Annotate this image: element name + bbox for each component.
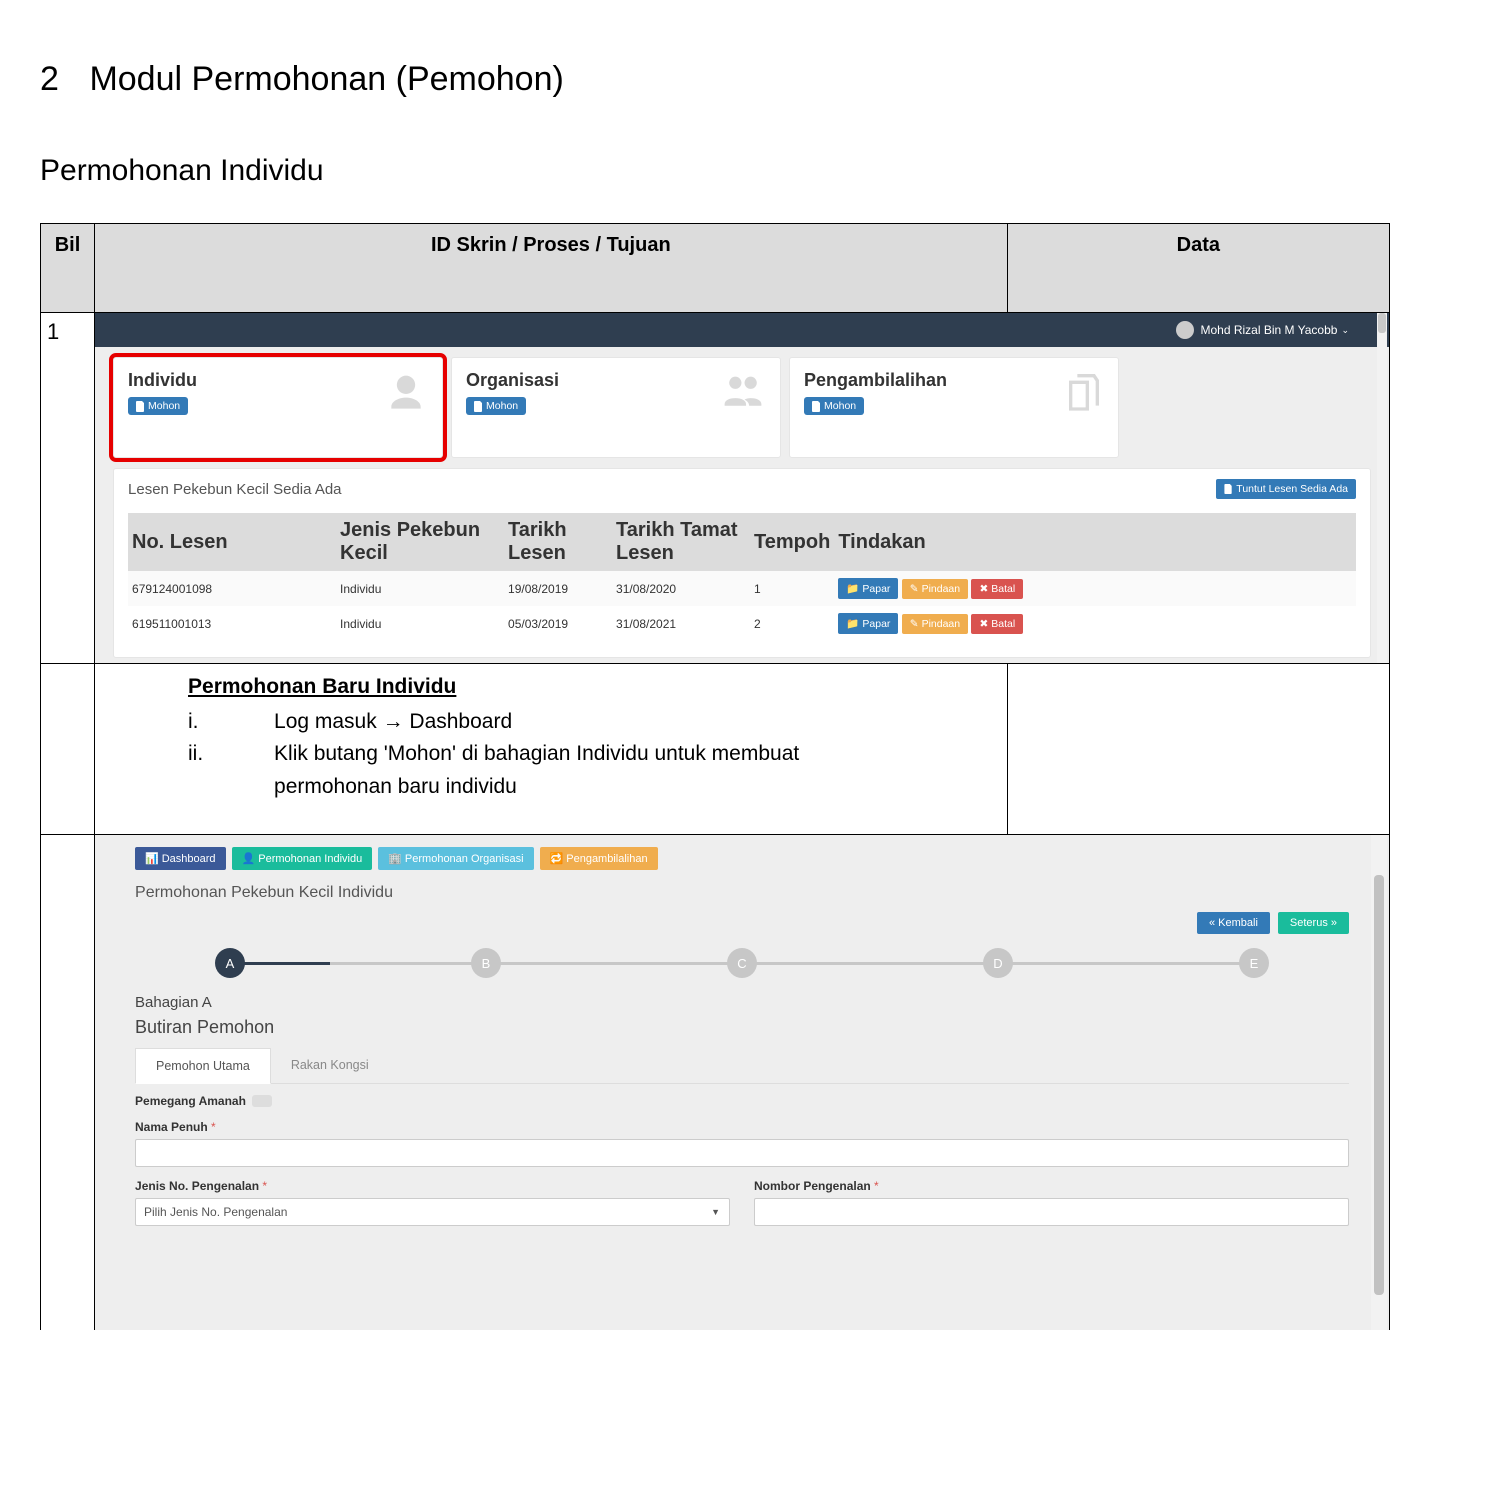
label-nama: Nama Penuh * xyxy=(135,1120,216,1134)
batal-button[interactable]: ✖Batal xyxy=(971,579,1023,599)
pindaan-button[interactable]: ✎Pindaan xyxy=(902,614,968,634)
step-a[interactable]: A xyxy=(215,948,245,978)
group-icon xyxy=(720,372,766,417)
col-data: Data xyxy=(1007,224,1389,313)
instruction-table: Bil ID Skrin / Proses / Tujuan Data 1 Mo… xyxy=(40,223,1390,1330)
instruction-block: Permohonan Baru Individu i.Log masuk → D… xyxy=(96,665,1006,833)
table-row: 679124001098Individu 19/08/201931/08/202… xyxy=(128,571,1356,606)
mohon-pengambilalihan-button[interactable]: Mohon xyxy=(804,397,864,415)
stepper: A B C D E xyxy=(215,948,1269,978)
input-nama[interactable] xyxy=(135,1139,1349,1167)
person-icon xyxy=(384,372,428,421)
nav-pengambilalihan[interactable]: 🔁 Pengambilalihan xyxy=(540,847,658,870)
mohon-organisasi-button[interactable]: Mohon xyxy=(466,397,526,415)
step-d[interactable]: D xyxy=(983,948,1013,978)
panel-lesen: Lesen Pekebun Kecil Sedia Ada Tuntut Les… xyxy=(113,468,1371,658)
trustee-toggle-label: Pemegang Amanah xyxy=(135,1094,1349,1108)
col-mid: ID Skrin / Proses / Tujuan xyxy=(95,224,1008,313)
pindaan-button[interactable]: ✎Pindaan xyxy=(902,579,968,599)
step-c[interactable]: C xyxy=(727,948,757,978)
file-icon xyxy=(812,401,821,412)
panel-title: Lesen Pekebun Kecil Sedia Ada xyxy=(128,481,342,498)
scrollbar[interactable] xyxy=(1377,313,1387,663)
label-jenis-id: Jenis No. Pengenalan * xyxy=(135,1179,267,1193)
tab-pemohon-utama[interactable]: Pemohon Utama xyxy=(135,1048,271,1084)
label-no-id: Nombor Pengenalan * xyxy=(754,1179,879,1193)
nav-organisasi[interactable]: 🏢 Permohonan Organisasi xyxy=(378,847,533,870)
copy-icon xyxy=(1064,372,1104,421)
card-individu: Individu Mohon xyxy=(113,357,443,458)
trustee-toggle[interactable] xyxy=(252,1095,272,1107)
select-jenis-id[interactable] xyxy=(135,1198,730,1226)
file-icon xyxy=(1224,484,1233,494)
chevron-down-icon[interactable]: ⌄ xyxy=(1341,325,1349,336)
screenshot-dashboard: Mohd Rizal Bin M Yacobb ⌄ Individu Mohon xyxy=(95,313,1389,663)
nav-dashboard[interactable]: 📊 Dashboard xyxy=(135,847,226,870)
card-organisasi: Organisasi Mohon xyxy=(451,357,781,458)
step-e[interactable]: E xyxy=(1239,948,1269,978)
section-a-title: Butiran Pemohon xyxy=(135,1017,1349,1038)
nav-individu[interactable]: 👤 Permohonan Individu xyxy=(232,847,373,870)
row1-bil: 1 xyxy=(41,313,95,664)
col-bil: Bil xyxy=(41,224,95,313)
card-individu-title: Individu xyxy=(128,370,428,391)
page-heading: 2 Modul Permohonan (Pemohon) xyxy=(40,60,1460,99)
topbar: Mohd Rizal Bin M Yacobb ⌄ xyxy=(95,313,1389,347)
form-title: Permohonan Pekebun Kecil Individu xyxy=(135,884,1349,902)
page-subheading: Permohonan Individu xyxy=(40,154,1460,188)
mohon-individu-button[interactable]: Mohon xyxy=(128,397,188,415)
table-row: 619511001013Individu 05/03/201931/08/202… xyxy=(128,606,1356,641)
license-table: No. Lesen Jenis Pekebun Kecil Tarikh Les… xyxy=(128,513,1356,641)
card-pengambilalihan-title: Pengambilalihan xyxy=(804,370,1104,391)
step-b[interactable]: B xyxy=(471,948,501,978)
scrollbar[interactable] xyxy=(1371,835,1387,1330)
input-no-id[interactable] xyxy=(754,1198,1349,1226)
papar-button[interactable]: 📁Papar xyxy=(838,578,898,599)
back-button[interactable]: « Kembali xyxy=(1197,912,1270,934)
tuntut-lesen-button[interactable]: Tuntut Lesen Sedia Ada xyxy=(1216,479,1356,499)
avatar-icon xyxy=(1176,321,1194,339)
card-pengambilalihan: Pengambilalihan Mohon xyxy=(789,357,1119,458)
file-icon xyxy=(474,401,483,412)
file-icon xyxy=(136,401,145,412)
batal-button[interactable]: ✖Batal xyxy=(971,614,1023,634)
topbar-username[interactable]: Mohd Rizal Bin M Yacobb xyxy=(1200,323,1337,337)
instruction-title: Permohonan Baru Individu xyxy=(188,671,996,704)
next-button[interactable]: Seterus » xyxy=(1278,912,1349,934)
papar-button[interactable]: 📁Papar xyxy=(838,613,898,634)
section-a-label: Bahagian A xyxy=(135,994,1349,1011)
tab-rakan-kongsi[interactable]: Rakan Kongsi xyxy=(271,1048,389,1083)
screenshot-form: 📊 Dashboard 👤 Permohonan Individu 🏢 Perm… xyxy=(95,835,1389,1330)
